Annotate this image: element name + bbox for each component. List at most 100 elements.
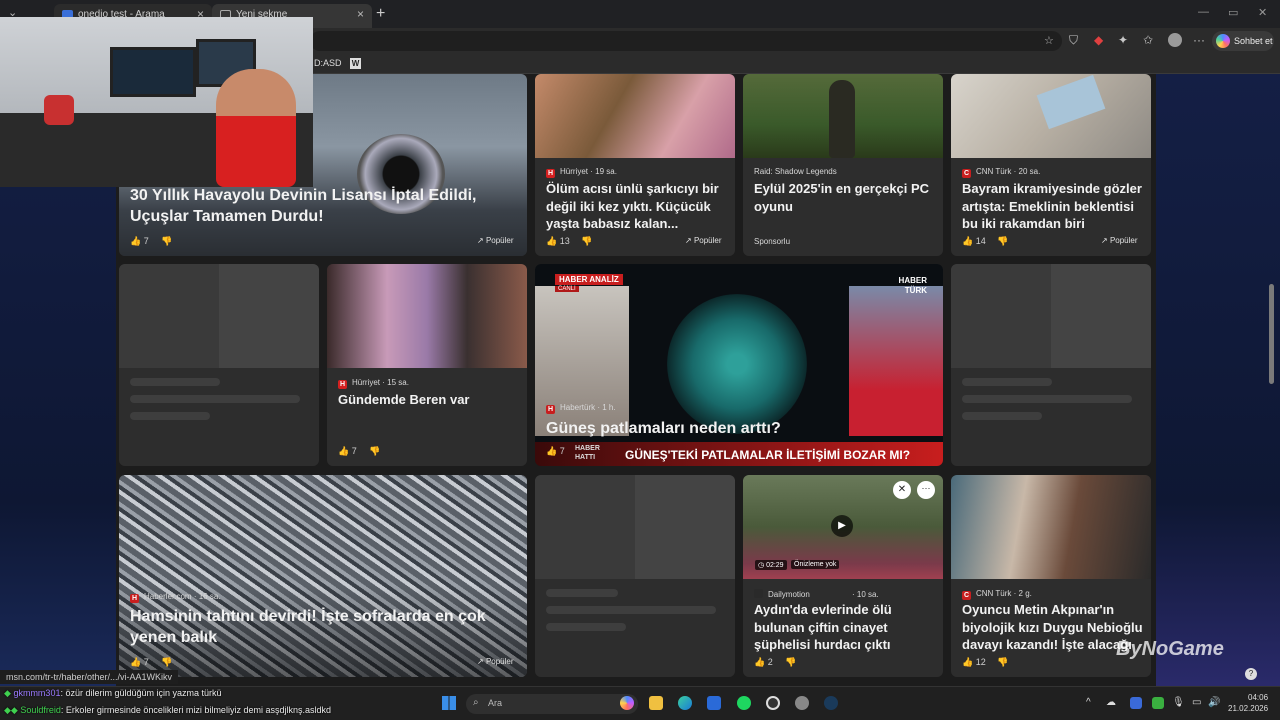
onedrive-icon[interactable]: ☁	[1106, 697, 1116, 708]
warrior-figure-shape	[829, 80, 855, 158]
like-button[interactable]: 👍 2	[754, 657, 773, 668]
copilot-app-icon[interactable]	[620, 696, 634, 710]
loading-image	[535, 475, 735, 579]
more-menu-icon[interactable]: ···	[1193, 33, 1205, 47]
loading-card	[119, 264, 319, 466]
like-button[interactable]: 👍 7	[130, 236, 149, 247]
shield-icon[interactable]: ⛉	[1069, 33, 1078, 48]
scrollbar-thumb[interactable]	[1269, 284, 1274, 384]
close-window-icon[interactable]: ✕	[1258, 6, 1267, 19]
dislike-button[interactable]: 👎	[997, 236, 1008, 247]
card-title[interactable]: Bayram ikramiyesinde gözler artışta: Eme…	[962, 180, 1146, 233]
streamer-webcam-overlay	[0, 17, 313, 187]
haber-hatti-label: HABER HATTI	[575, 445, 600, 461]
card-title[interactable]: Gündemde Beren var	[338, 391, 522, 409]
favorite-star-icon[interactable]: ☆	[1044, 34, 1054, 47]
source-name: Hürriyet	[352, 378, 381, 387]
haberler-logo-icon: H	[130, 594, 139, 603]
source-time: · 19 sa.	[590, 167, 617, 176]
restore-icon[interactable]: ▭	[1228, 6, 1238, 19]
card-title[interactable]: Eylül 2025'in en gerçekçi PC oyunu	[754, 180, 938, 215]
like-count: 7	[559, 446, 565, 456]
like-count: 7	[143, 236, 149, 246]
sun-image	[667, 294, 807, 434]
card-title[interactable]: Güneş patlamaları neden arttı?	[546, 418, 936, 439]
settings-gear-icon[interactable]	[795, 696, 809, 710]
puzzle-icon[interactable]: ✦	[1118, 33, 1128, 47]
close-icon[interactable]: ✕	[893, 481, 911, 499]
file-explorer-icon[interactable]	[649, 696, 663, 710]
news-card[interactable]: H Haberler.com · 16 sa. Hamsinin tahtını …	[119, 475, 527, 677]
favorites-icon[interactable]: ✩	[1143, 33, 1153, 47]
start-button-icon[interactable]	[442, 696, 456, 710]
like-button[interactable]: 👍 7	[546, 446, 565, 457]
loading-image	[119, 264, 319, 368]
actor-photo	[951, 475, 1151, 579]
like-button[interactable]: 👍 7	[130, 657, 149, 668]
taskbar-search[interactable]: ⌕ Ara	[466, 694, 638, 714]
tray-chevron-icon[interactable]: ^	[1086, 697, 1091, 708]
like-button[interactable]: 👍 14	[962, 236, 986, 247]
spotify-icon[interactable]	[737, 696, 751, 710]
like-count: 7	[143, 657, 149, 667]
source-name: Hürriyet	[560, 167, 589, 176]
edge-icon[interactable]	[678, 696, 692, 710]
chat-badge-icon: ◆◆	[4, 705, 18, 715]
money-photo	[951, 74, 1151, 158]
skeleton-line	[546, 623, 626, 631]
w-favicon-icon[interactable]: W	[350, 58, 361, 69]
ad-card[interactable]: Raid: Shadow Legends Eylül 2025'in en ge…	[743, 74, 943, 256]
tray-app-icon[interactable]	[1152, 697, 1164, 709]
like-button[interactable]: 👍 7	[338, 446, 357, 457]
source-time: · 16 sa.	[193, 592, 221, 601]
minimize-icon[interactable]: —	[1198, 6, 1209, 18]
profile-avatar[interactable]	[1168, 33, 1182, 47]
source-label: H Hürriyet · 15 sa.	[338, 378, 409, 389]
dislike-button[interactable]: 👎	[997, 657, 1008, 668]
microphone-icon[interactable]: 🎙	[1172, 697, 1185, 708]
chat-user: gkmmm301	[13, 688, 61, 698]
copilot-chat-button[interactable]: Sohbet et	[1212, 31, 1274, 51]
dislike-button[interactable]: 👎	[785, 657, 796, 668]
card-title[interactable]: Aydın'da evlerinde ölü bulunan çiftin ci…	[754, 601, 938, 654]
dislike-button[interactable]: 👎	[161, 657, 172, 668]
badge-label: Popüler	[693, 236, 722, 245]
source-label: Raid: Shadow Legends	[754, 167, 837, 176]
volume-icon[interactable]: 🔊	[1208, 697, 1220, 708]
preview-label: Önizleme yok	[791, 560, 840, 569]
monitor-shape	[110, 47, 196, 97]
game-ad-image	[743, 74, 943, 158]
skeleton-line	[130, 378, 220, 386]
card-title[interactable]: Hamsinin tahtını devirdi! İşte sofralard…	[130, 606, 525, 648]
network-icon[interactable]: ▭	[1192, 697, 1201, 708]
dislike-button[interactable]: 👎	[581, 236, 592, 247]
steam-icon[interactable]	[824, 696, 838, 710]
popular-badge: ↗ Popüler	[1101, 236, 1138, 245]
news-card[interactable]: C CNN Türk · 20 sa. Bayram ikramiyesinde …	[951, 74, 1151, 256]
video-card[interactable]: ▶ ◷ 02:29 Önizleme yok ✕ ··· Dailymotion…	[743, 475, 943, 677]
system-clock[interactable]: 04:06 21.02.2026	[1228, 692, 1268, 714]
source-label: H Habertürk · 1 h.	[546, 403, 616, 414]
search-placeholder: Ara	[488, 698, 503, 708]
play-button[interactable]: ▶	[831, 515, 853, 537]
tray-app-icon[interactable]	[1130, 697, 1142, 709]
dislike-button[interactable]: 👎	[161, 236, 172, 247]
like-button[interactable]: 👍 12	[962, 657, 986, 668]
dislike-button[interactable]: 👎	[369, 446, 380, 457]
source-label: C CNN Türk · 2 g.	[962, 589, 1032, 600]
news-card[interactable]: H Hürriyet · 15 sa. Gündemde Beren var 👍 …	[327, 264, 527, 466]
like-button[interactable]: 👍 13	[546, 236, 570, 247]
news-card[interactable]: H Hürriyet · 19 sa. Ölüm acısı ünlü şarkı…	[535, 74, 735, 256]
more-options-icon[interactable]: ···	[917, 481, 935, 499]
help-icon[interactable]: ?	[1245, 668, 1257, 680]
card-title[interactable]: 30 Yıllık Havayolu Devinin Lisansı İptal…	[130, 185, 525, 227]
new-tab-button[interactable]: +	[376, 5, 385, 23]
video-news-card[interactable]: HABER ANALİZ CANLI HABER TÜRK GÜNEŞ'TEKİ…	[535, 264, 943, 466]
store-icon[interactable]	[707, 696, 721, 710]
extension-icon[interactable]: ◆	[1094, 33, 1103, 47]
close-tab-icon[interactable]: ×	[357, 7, 364, 21]
favorite-item[interactable]: D:ASD	[314, 58, 342, 68]
card-title[interactable]: Ölüm acısı ünlü şarkıcıyı bir değil iki …	[546, 180, 730, 233]
address-bar[interactable]: ☆	[310, 31, 1062, 51]
app-icon[interactable]	[766, 696, 780, 710]
